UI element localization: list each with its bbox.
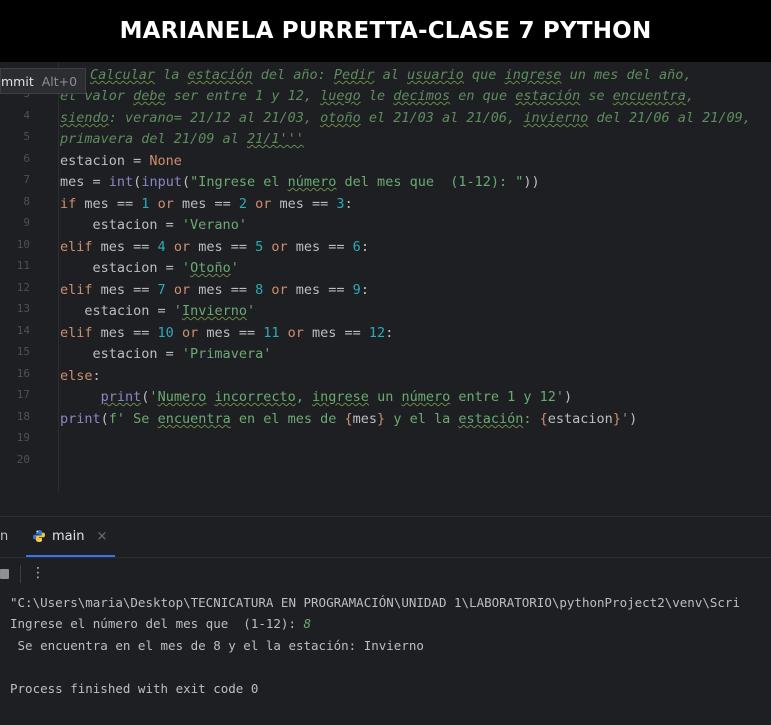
code-line-17: print(f' Se encuentra en el mes de {mes}… — [60, 411, 638, 427]
code-line-12: estacion = 'Invierno' — [60, 303, 256, 319]
panel-gap — [0, 492, 771, 516]
code-line-16: print('Numero incorrecto, ingrese un núm… — [100, 389, 573, 405]
code-line-6: mes = int(input("Ingrese el número del m… — [60, 174, 540, 190]
code-line-10: estacion = 'Otoño' — [60, 260, 239, 276]
code-line-11: elif mes == 7 or mes == 8 or mes == 9: — [60, 282, 369, 298]
run-toolbar: ⋮ — [0, 557, 771, 589]
code-line-2: el valor debe ser entre 1 y 12, luego le… — [60, 88, 695, 104]
console-line-result: Se encuentra en el mes de 8 y el la esta… — [10, 638, 424, 653]
line-number: 15 — [16, 345, 30, 358]
code-line-1: Calcular la estación del año: Pedir al u… — [90, 67, 692, 83]
line-number: 17 — [16, 388, 30, 401]
run-tab-main[interactable]: main × — [26, 517, 116, 557]
code-editor[interactable]: 3 4 5 6 7 8 9 10 11 12 13 14 15 16 17 18… — [0, 62, 771, 492]
commit-tooltip[interactable]: mmit Alt+0 — [0, 68, 87, 94]
code-line-3: siendo: verano= 21/12 al 21/03, otoño el… — [60, 110, 751, 126]
code-line-4: primavera del 21/09 al 21/1''' — [60, 131, 304, 147]
line-number: 20 — [16, 453, 30, 466]
run-tab-title-fragment: n — [0, 529, 9, 544]
toolbar-divider — [20, 565, 21, 583]
line-number: 13 — [16, 302, 30, 315]
line-number: 7 — [23, 173, 30, 186]
line-gutter: 3 4 5 6 7 8 9 10 11 12 13 14 15 16 17 18… — [0, 62, 59, 492]
code-line-13: elif mes == 10 or mes == 11 or mes == 12… — [60, 325, 394, 341]
title-banner: MARIANELA PURRETTA-CLASE 7 PYTHON — [0, 0, 771, 62]
title-text: MARIANELA PURRETTA-CLASE 7 PYTHON — [119, 18, 652, 44]
line-number: 9 — [23, 216, 30, 229]
console-line-command: "C:\Users\maria\Desktop\TECNICATURA EN P… — [10, 595, 740, 610]
code-line-9: elif mes == 4 or mes == 5 or mes == 6: — [60, 239, 369, 255]
commit-shortcut: Alt+0 — [41, 73, 78, 89]
run-panel: n main × ⋮ "C:\Users\maria\Desktop\TECNI… — [0, 516, 771, 725]
close-icon[interactable]: × — [96, 529, 107, 544]
line-number: 8 — [23, 195, 30, 208]
line-number: 16 — [16, 367, 30, 380]
console-line-prompt: Ingrese el número del mes que (1-12): 8 — [10, 616, 312, 631]
commit-label: mmit — [1, 73, 34, 89]
stop-icon[interactable] — [0, 569, 9, 579]
code-line-15: else: — [60, 368, 101, 384]
line-number: 14 — [16, 324, 30, 337]
code-line-8: estacion = 'Verano' — [60, 217, 247, 233]
console-user-input: 8 — [303, 616, 312, 631]
run-tab-bar: n main × — [0, 517, 771, 558]
line-number: 5 — [23, 130, 30, 143]
more-options-icon[interactable]: ⋮ — [31, 565, 45, 581]
line-number: 4 — [23, 109, 30, 122]
code-line-5: estacion = None — [60, 153, 182, 169]
line-number: 11 — [16, 259, 30, 272]
line-number: 18 — [16, 410, 30, 423]
code-line-7: if mes == 1 or mes == 2 or mes == 3: — [60, 196, 353, 212]
run-tab-label: main — [52, 528, 85, 544]
python-icon — [33, 530, 45, 542]
line-number: 12 — [16, 281, 30, 294]
code-line-14: estacion = 'Primavera' — [60, 346, 272, 362]
console-line-exit: Process finished with exit code 0 — [10, 681, 259, 696]
line-number: 6 — [23, 152, 30, 165]
line-number: 10 — [16, 238, 30, 251]
line-number: 19 — [16, 431, 30, 444]
